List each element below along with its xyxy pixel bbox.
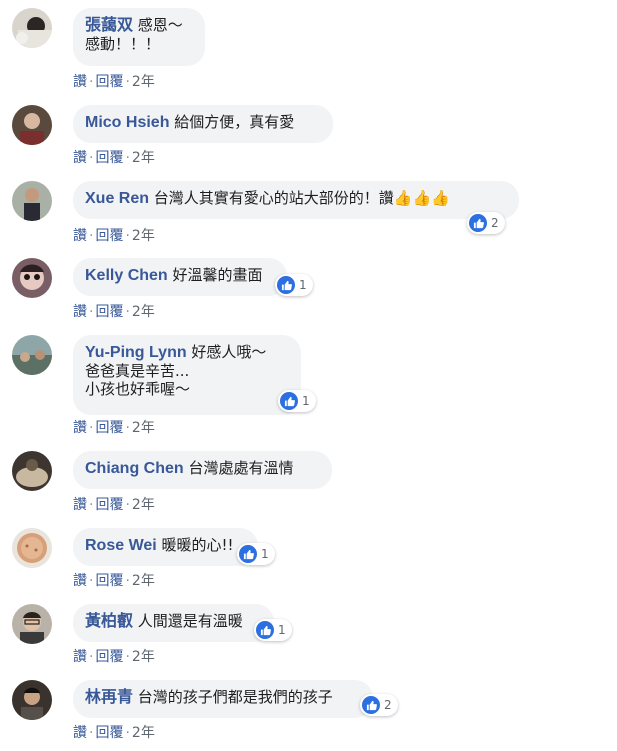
comment-author[interactable]: Yu-Ping Lynn — [85, 344, 187, 361]
comment-time[interactable]: 2年 — [132, 74, 155, 90]
like-icon — [362, 696, 380, 714]
reply-link[interactable]: 回覆 — [95, 420, 123, 436]
comment-time[interactable]: 2年 — [132, 497, 155, 513]
comment-actions: 讚 · 回覆 · 2年 — [73, 725, 155, 741]
avatar[interactable] — [12, 451, 52, 491]
comment-bubble: Kelly Chen 好溫馨的畫面 — [73, 258, 287, 296]
comment-text: 好溫馨的畫面 — [172, 266, 263, 284]
reply-link[interactable]: 回覆 — [95, 74, 123, 90]
comment-bubble: Yu-Ping Lynn 好感人哦～ 爸爸真是辛苦... 小孩也好乖喔～ — [73, 335, 301, 415]
comment-text: 爸爸真是辛苦... — [85, 362, 190, 380]
reaction-count: 1 — [299, 278, 307, 292]
avatar[interactable] — [12, 8, 52, 48]
comment-actions: 讚 · 回覆 · 2年 — [73, 420, 155, 436]
reply-link[interactable]: 回覆 — [95, 573, 123, 589]
reaction-count: 2 — [491, 216, 499, 230]
comment-text: 台灣處處有溫情 — [188, 459, 294, 477]
comment-time[interactable]: 2年 — [132, 649, 155, 665]
like-link[interactable]: 讚 — [73, 573, 87, 589]
comment-time[interactable]: 2年 — [132, 304, 155, 320]
like-icon — [256, 621, 274, 639]
comment-author[interactable]: Chiang Chen — [85, 460, 184, 477]
avatar[interactable] — [12, 604, 52, 644]
reaction-count: 1 — [261, 547, 269, 561]
comment-author[interactable]: Rose Wei — [85, 537, 157, 554]
reaction-summary[interactable]: 1 — [275, 274, 313, 296]
comment-text: 暖暖的心!! — [161, 536, 234, 554]
reply-link[interactable]: 回覆 — [95, 228, 123, 244]
comment-time[interactable]: 2年 — [132, 725, 155, 741]
comment-actions: 讚 · 回覆 · 2年 — [73, 497, 155, 513]
reaction-count: 1 — [278, 623, 286, 637]
comment-author[interactable]: 張藹双 — [85, 17, 133, 34]
comment-author[interactable]: Xue Ren — [85, 190, 149, 207]
comment-actions: 讚 · 回覆 · 2年 — [73, 74, 155, 90]
comment-time[interactable]: 2年 — [132, 228, 155, 244]
like-link[interactable]: 讚 — [73, 228, 87, 244]
comment-text: 好感人哦～ — [191, 343, 267, 361]
comment-author[interactable]: 黃柏叡 — [85, 613, 133, 630]
comment-text: 台灣人其實有愛心的站大部份的！讚 — [153, 189, 394, 207]
comment-text: 人間還是有溫暖 — [137, 612, 243, 630]
reaction-summary[interactable]: 1 — [254, 619, 292, 641]
comment-actions: 讚 · 回覆 · 2年 — [73, 228, 155, 244]
like-link[interactable]: 讚 — [73, 304, 87, 320]
like-link[interactable]: 讚 — [73, 649, 87, 665]
reaction-summary[interactable]: 1 — [237, 543, 275, 565]
comment-text: 感恩～ — [137, 16, 183, 34]
comment-author[interactable]: Mico Hsieh — [85, 114, 169, 131]
comment-bubble: 林再青 台灣的孩子們都是我們的孩子 — [73, 680, 373, 718]
comment-bubble: 黃柏叡 人間還是有溫暖 — [73, 604, 274, 642]
comment-text: 台灣的孩子們都是我們的孩子 — [137, 688, 333, 706]
comment-bubble: Mico Hsieh 給個方便，真有愛 — [73, 105, 333, 143]
thumbs-up-emoji: 👍👍👍 — [393, 189, 450, 207]
comment-author[interactable]: Kelly Chen — [85, 267, 168, 284]
comment-text: 感動！！！ — [85, 35, 161, 53]
avatar[interactable] — [12, 181, 52, 221]
avatar[interactable] — [12, 335, 52, 375]
reply-link[interactable]: 回覆 — [95, 725, 123, 741]
comment-bubble: Xue Ren 台灣人其實有愛心的站大部份的！讚👍👍👍 — [73, 181, 519, 219]
comment-time[interactable]: 2年 — [132, 573, 155, 589]
reaction-summary[interactable]: 1 — [278, 390, 316, 412]
like-link[interactable]: 讚 — [73, 420, 87, 436]
like-icon — [277, 276, 295, 294]
like-link[interactable]: 讚 — [73, 497, 87, 513]
avatar[interactable] — [12, 680, 52, 720]
like-icon — [280, 392, 298, 410]
comment-author[interactable]: 林再青 — [85, 689, 133, 706]
comment-time[interactable]: 2年 — [132, 420, 155, 436]
comment-bubble: Rose Wei 暖暖的心!! — [73, 528, 258, 566]
reaction-count: 2 — [384, 698, 392, 712]
comment-time[interactable]: 2年 — [132, 150, 155, 166]
avatar[interactable] — [12, 528, 52, 568]
comment-text: 給個方便，真有愛 — [174, 113, 295, 131]
like-link[interactable]: 讚 — [73, 74, 87, 90]
reaction-summary[interactable]: 2 — [360, 694, 398, 716]
reaction-count: 1 — [302, 394, 310, 408]
comment-actions: 讚 · 回覆 · 2年 — [73, 304, 155, 320]
like-icon — [239, 545, 257, 563]
avatar[interactable] — [12, 105, 52, 145]
comment-text: 小孩也好乖喔～ — [85, 380, 191, 398]
reply-link[interactable]: 回覆 — [95, 497, 123, 513]
like-link[interactable]: 讚 — [73, 725, 87, 741]
reply-link[interactable]: 回覆 — [95, 150, 123, 166]
comment-actions: 讚 · 回覆 · 2年 — [73, 649, 155, 665]
like-link[interactable]: 讚 — [73, 150, 87, 166]
comment-bubble: Chiang Chen 台灣處處有溫情 — [73, 451, 332, 489]
comment-actions: 讚 · 回覆 · 2年 — [73, 573, 155, 589]
like-icon — [469, 214, 487, 232]
comment-bubble: 張藹双 感恩～ 感動！！！ — [73, 8, 205, 66]
reply-link[interactable]: 回覆 — [95, 304, 123, 320]
reply-link[interactable]: 回覆 — [95, 649, 123, 665]
comment-actions: 讚 · 回覆 · 2年 — [73, 150, 155, 166]
reaction-summary[interactable]: 2 — [467, 212, 505, 234]
avatar[interactable] — [12, 258, 52, 298]
